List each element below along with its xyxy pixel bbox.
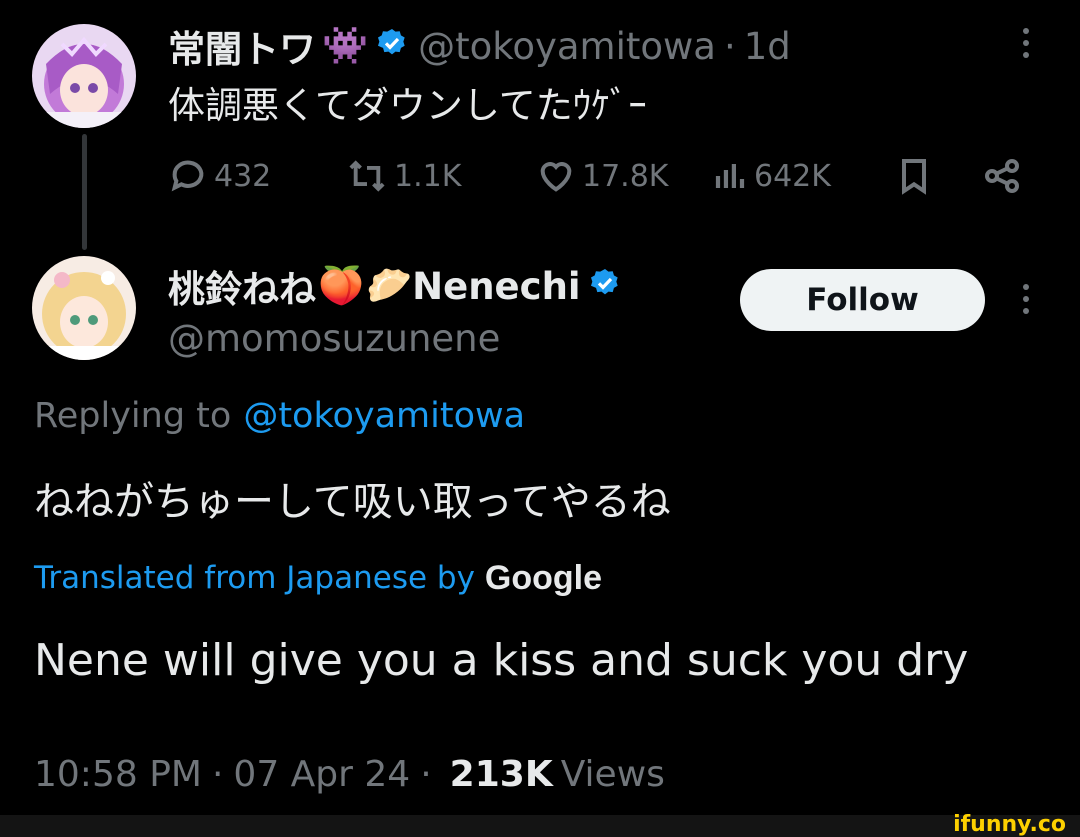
meta-separator: · <box>211 753 224 795</box>
views-count: 642K <box>754 158 831 194</box>
reply-button[interactable]: 432 <box>168 150 271 202</box>
post-date[interactable]: 07 Apr 24 <box>233 754 410 795</box>
tweet2-header: 桃鈴ねね 🍑 🥟 Nenechi <box>168 258 631 314</box>
bookmark-icon <box>902 159 926 195</box>
retweet-button[interactable]: 1.1K <box>346 150 461 202</box>
peach-emoji: 🍑 <box>318 264 365 307</box>
display-name-suffix[interactable]: Nenechi <box>412 265 580 308</box>
ifunny-watermark: ifunny.co <box>953 812 1066 837</box>
more-icon[interactable] <box>1016 284 1036 314</box>
views-label: Views <box>560 753 665 795</box>
handle[interactable]: @tokoyamitowa <box>418 25 716 68</box>
replying-to: Replying to @tokoyamitowa <box>34 388 525 444</box>
replying-handle-link[interactable]: @tokoyamitowa <box>243 396 525 436</box>
retweet-count: 1.1K <box>394 158 462 194</box>
reply-icon <box>171 160 204 192</box>
timestamp[interactable]: 1d <box>744 25 791 68</box>
watermark-bar <box>0 815 1080 837</box>
thread-connector <box>82 134 87 250</box>
tweet2-text: ねねがちゅーして吸い取ってやるね <box>34 479 671 525</box>
replying-prefix: Replying to <box>34 396 232 436</box>
share-icon <box>985 159 1019 193</box>
name-emoji: 👾 <box>322 24 369 67</box>
time-separator: · <box>723 24 736 68</box>
follow-button[interactable]: Follow <box>740 269 985 331</box>
tweet2-meta: 10:58 PM · 07 Apr 24 · 213K Views <box>34 746 665 802</box>
bookmark-button[interactable] <box>894 150 934 202</box>
views-button[interactable]: 642K <box>712 150 831 202</box>
more-icon[interactable] <box>1016 28 1036 58</box>
translated-text: Nene will give you a kiss and suck you d… <box>34 634 969 686</box>
tweet1-text: 体調悪くてダウンしてたｳｹﾞｰ <box>168 84 647 127</box>
translation-attribution[interactable]: Translated from Japanese by Google <box>34 552 602 604</box>
tweet1-actions: 432 1.1K 17.8K 642K <box>168 150 1028 202</box>
reply-count: 432 <box>214 158 272 194</box>
translated-from-label: Translated from Japanese by <box>34 560 475 596</box>
meta-separator: · <box>420 753 432 795</box>
tweet1-header: 常闇トワ 👾 @tokoyamitowa · 1d <box>168 18 791 74</box>
display-name[interactable]: 常闇トワ <box>168 19 316 73</box>
dumpling-emoji: 🥟 <box>366 264 413 307</box>
like-count: 17.8K <box>582 158 669 194</box>
google-logo: Google <box>484 558 603 597</box>
display-name[interactable]: 桃鈴ねね <box>168 259 316 313</box>
avatar-tokoyamitowa[interactable] <box>32 24 136 128</box>
views-count: 213K <box>449 753 553 795</box>
post-time[interactable]: 10:58 PM <box>34 754 202 795</box>
views-icon <box>715 164 745 188</box>
verified-badge-icon <box>376 25 408 68</box>
handle[interactable]: @momosuzunene <box>168 312 500 364</box>
like-button[interactable]: 17.8K <box>536 150 668 202</box>
avatar-momosuzunene[interactable] <box>32 256 136 360</box>
verified-badge-icon <box>589 265 621 308</box>
share-button[interactable] <box>982 150 1022 202</box>
retweet-icon <box>349 160 385 192</box>
like-icon <box>540 162 572 192</box>
